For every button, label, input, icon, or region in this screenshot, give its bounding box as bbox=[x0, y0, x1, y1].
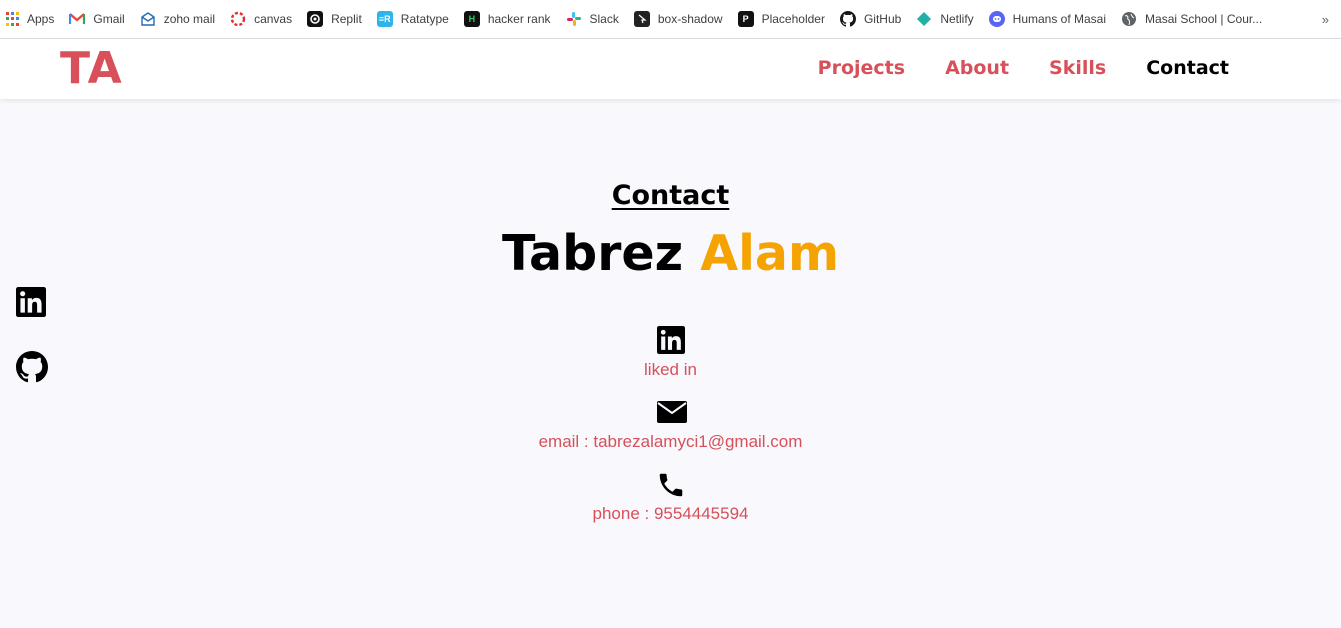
discord-icon bbox=[988, 11, 1005, 27]
hackerrank-icon: H bbox=[463, 11, 480, 27]
bookmark-label: Slack bbox=[589, 12, 619, 26]
globe-icon bbox=[1121, 11, 1137, 27]
contact-linkedin: liked in bbox=[0, 326, 1341, 380]
nav-link-contact[interactable]: Contact bbox=[1146, 57, 1229, 79]
contact-section: Contact Tabrez Alam liked in email : tab… bbox=[0, 180, 1341, 524]
last-name: Alam bbox=[700, 225, 840, 282]
navbar: TA Projects About Skills Contact bbox=[0, 39, 1341, 99]
zoho-mail-icon bbox=[140, 11, 156, 27]
bookmark-label: zoho mail bbox=[163, 12, 216, 26]
email-label[interactable]: email : tabrezalamyci1@gmail.com bbox=[539, 432, 803, 452]
bookmark-ratatype[interactable]: ≡R Ratatype bbox=[376, 5, 449, 33]
bookmark-gmail[interactable]: Gmail bbox=[69, 5, 125, 33]
bookmark-label: hacker rank bbox=[487, 12, 551, 26]
contact-email: email : tabrezalamyci1@gmail.com bbox=[0, 398, 1341, 452]
bookmark-placeholder[interactable]: P Placeholder bbox=[737, 5, 825, 33]
bookmark-netlify[interactable]: Netlify bbox=[916, 5, 974, 33]
bookmark-hackerrank[interactable]: H hacker rank bbox=[463, 5, 551, 33]
phone-label[interactable]: phone : 9554445594 bbox=[593, 504, 749, 524]
nav-link-projects[interactable]: Projects bbox=[818, 57, 905, 79]
bookmark-box-shadow[interactable]: box-shadow bbox=[633, 5, 723, 33]
bookmark-zoho-mail[interactable]: zoho mail bbox=[140, 5, 215, 33]
bookmark-label: canvas bbox=[254, 12, 293, 26]
bookmark-label: Ratatype bbox=[400, 12, 449, 26]
phone-icon[interactable] bbox=[656, 470, 686, 500]
bookmark-label: box-shadow bbox=[657, 12, 723, 26]
canvas-icon bbox=[230, 11, 246, 27]
envelope-icon[interactable] bbox=[656, 398, 687, 428]
nav-link-skills[interactable]: Skills bbox=[1049, 57, 1106, 79]
bookmark-label: Netlify bbox=[940, 12, 974, 26]
bookmark-slack[interactable]: Slack bbox=[566, 5, 619, 33]
slack-icon bbox=[566, 11, 582, 27]
github-icon bbox=[839, 11, 856, 27]
gmail-icon bbox=[69, 11, 86, 27]
bookmark-label: Gmail bbox=[93, 12, 125, 26]
nav-link-about[interactable]: About bbox=[945, 57, 1009, 79]
full-name: Tabrez Alam bbox=[0, 225, 1341, 282]
contact-phone: phone : 9554445594 bbox=[0, 470, 1341, 524]
bookmark-apps[interactable]: Apps bbox=[5, 5, 54, 33]
contact-heading: Contact bbox=[611, 180, 730, 211]
ratatype-icon: ≡R bbox=[376, 11, 393, 27]
bookmark-masai-school[interactable]: Masai School | Cour... bbox=[1121, 5, 1262, 33]
site-logo[interactable]: TA bbox=[60, 43, 123, 94]
first-name: Tabrez bbox=[501, 225, 684, 282]
replit-icon bbox=[307, 11, 324, 27]
linkedin-label[interactable]: liked in bbox=[644, 360, 697, 380]
bookmark-canvas[interactable]: canvas bbox=[230, 5, 292, 33]
bookmark-label: Apps bbox=[27, 12, 55, 26]
bookmark-humans-of-masai[interactable]: Humans of Masai bbox=[988, 5, 1107, 33]
bookmarks-bar: Apps Gmail zoho mail canvas Replit ≡R Ra… bbox=[0, 0, 1341, 39]
netlify-icon bbox=[916, 11, 932, 27]
box-shadow-icon bbox=[633, 11, 650, 27]
bookmark-replit[interactable]: Replit bbox=[307, 5, 362, 33]
nav-links: Projects About Skills Contact bbox=[778, 57, 1229, 79]
linkedin-icon[interactable] bbox=[656, 326, 686, 356]
bookmark-label: Humans of Masai bbox=[1012, 12, 1107, 26]
placeholder-icon: P bbox=[737, 11, 754, 27]
bookmark-label: Placeholder bbox=[761, 12, 825, 26]
bookmark-label: Replit bbox=[331, 12, 362, 26]
bookmarks-overflow-button[interactable]: » bbox=[1281, 0, 1341, 38]
bookmark-label: Masai School | Cour... bbox=[1145, 12, 1263, 26]
bookmark-label: GitHub bbox=[863, 12, 902, 26]
apps-grid-icon bbox=[5, 12, 19, 26]
bookmark-github[interactable]: GitHub bbox=[839, 5, 902, 33]
